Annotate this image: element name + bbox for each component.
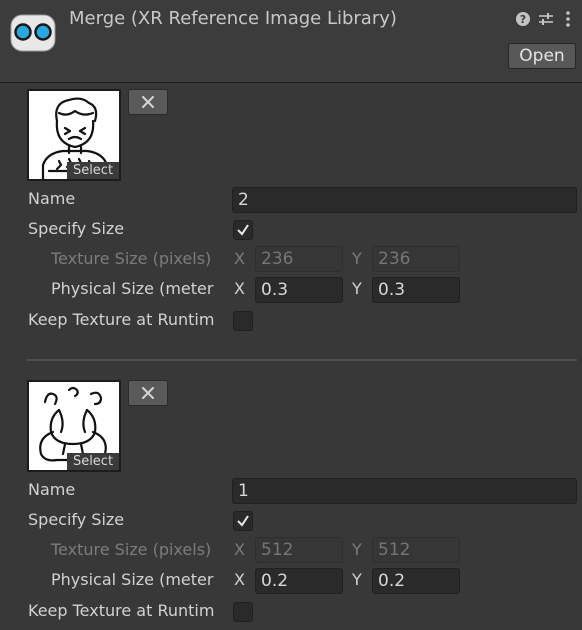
name-field[interactable]: 2 <box>232 187 577 213</box>
keep-texture-label: Keep Texture at Runtim <box>28 310 215 329</box>
preset-sliders-icon[interactable] <box>537 10 555 28</box>
reference-image-entry: Select Name 2 Specify Size Texture Size … <box>0 83 582 333</box>
physical-x-label: X <box>234 279 245 298</box>
help-icon[interactable]: ? <box>514 10 532 28</box>
reference-image-entry: Select Name 1 Specify Size Texture Size … <box>0 374 582 624</box>
inspector-header: Merge (XR Reference Image Library) ? Ope… <box>0 0 582 83</box>
texture-thumbnail[interactable]: Select <box>27 380 121 472</box>
kebab-menu-icon[interactable] <box>563 10 581 28</box>
close-icon <box>142 96 154 108</box>
specify-size-label: Specify Size <box>28 219 125 238</box>
texture-width-field: 236 <box>255 246 343 272</box>
texture-height-field: 236 <box>372 246 460 272</box>
physical-width-field[interactable]: 0.3 <box>255 277 343 303</box>
physical-size-label: Physical Size (meter <box>51 570 214 589</box>
physical-y-label: Y <box>352 570 362 589</box>
checkmark-icon <box>237 515 249 527</box>
physical-height-field[interactable]: 0.3 <box>372 277 460 303</box>
physical-size-label: Physical Size (meter <box>51 279 214 298</box>
specify-size-label: Specify Size <box>28 510 125 529</box>
checkmark-icon <box>237 224 249 236</box>
xr-library-asset-icon <box>10 14 56 52</box>
texture-x-label: X <box>234 540 245 559</box>
keep-texture-label: Keep Texture at Runtim <box>28 601 215 620</box>
texture-thumbnail[interactable]: Select <box>27 89 121 181</box>
name-field[interactable]: 1 <box>232 478 577 504</box>
texture-height-field: 512 <box>372 537 460 563</box>
specify-size-checkbox[interactable] <box>233 220 253 240</box>
open-button[interactable]: Open <box>508 43 576 69</box>
texture-width-field: 512 <box>255 537 343 563</box>
entry-separator <box>27 359 577 361</box>
texture-y-label: Y <box>352 540 362 559</box>
physical-width-field[interactable]: 0.2 <box>255 568 343 594</box>
name-label: Name <box>28 480 76 499</box>
physical-y-label: Y <box>352 279 362 298</box>
keep-texture-checkbox[interactable] <box>233 602 253 622</box>
texture-size-label: Texture Size (pixels) <box>51 540 212 559</box>
select-texture-button[interactable]: Select <box>67 162 119 179</box>
texture-size-label: Texture Size (pixels) <box>51 249 212 268</box>
specify-size-checkbox[interactable] <box>233 511 253 531</box>
keep-texture-checkbox[interactable] <box>233 311 253 331</box>
texture-y-label: Y <box>352 249 362 268</box>
texture-x-label: X <box>234 249 245 268</box>
close-icon <box>142 387 154 399</box>
svg-text:?: ? <box>520 13 526 26</box>
select-texture-button[interactable]: Select <box>67 453 119 470</box>
inspector-title: Merge (XR Reference Image Library) <box>69 8 397 29</box>
physical-height-field[interactable]: 0.2 <box>372 568 460 594</box>
remove-image-button[interactable] <box>128 89 168 115</box>
physical-x-label: X <box>234 570 245 589</box>
name-label: Name <box>28 189 76 208</box>
remove-image-button[interactable] <box>128 380 168 406</box>
